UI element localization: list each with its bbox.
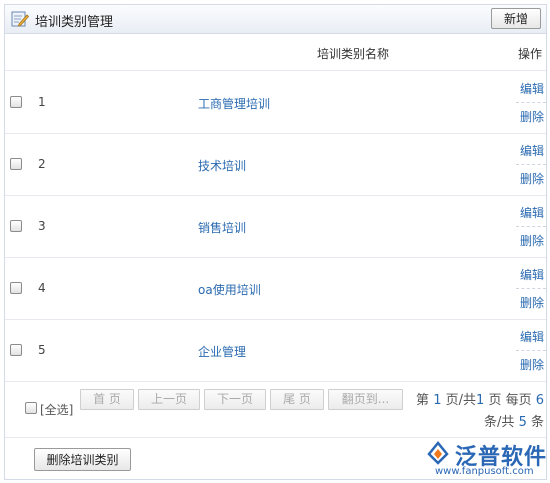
delete-link[interactable]: 删除: [520, 356, 544, 373]
column-header-operation: 操作: [517, 47, 542, 61]
edit-link[interactable]: 编辑: [520, 80, 544, 97]
row-name-link[interactable]: oa使用培训: [198, 281, 261, 298]
row-checkbox[interactable]: [10, 96, 22, 108]
row-name-link[interactable]: 技术培训: [198, 157, 246, 174]
table-row: 2 技术培训 编辑 删除: [5, 134, 546, 196]
table-row: 5 企业管理 编辑 删除: [5, 320, 546, 382]
prev-page-button[interactable]: 上一页: [138, 389, 200, 410]
operation-divider: [516, 164, 546, 165]
operation-divider: [516, 350, 546, 351]
new-button[interactable]: 新增: [491, 8, 541, 29]
total-pages: 1: [476, 393, 485, 408]
row-name-link[interactable]: 工商管理培训: [198, 95, 270, 112]
row-index: 4: [38, 281, 46, 295]
table-header: 培训类别名称 操作: [5, 35, 546, 71]
operation-divider: [516, 102, 546, 103]
edit-note-icon: [11, 11, 29, 27]
first-page-button[interactable]: 首 页: [80, 389, 134, 410]
per-page: 6: [535, 393, 544, 408]
row-checkbox[interactable]: [10, 282, 22, 294]
current-page: 1: [433, 393, 442, 408]
brand-mark-icon: [427, 441, 449, 465]
total-items: 5: [518, 415, 527, 430]
panel-title: 培训类别管理: [35, 15, 114, 30]
operation-divider: [516, 288, 546, 289]
row-name-link[interactable]: 企业管理: [198, 343, 246, 360]
row-index: 1: [38, 95, 46, 109]
operation-divider: [516, 226, 546, 227]
last-page-button[interactable]: 尾 页: [270, 389, 324, 410]
panel: 培训类别管理 新增 培训类别名称 操作 1 工商管理培训 编辑 删除 2 技术培…: [4, 4, 547, 480]
pagination-bar: [全选] 首 页 上一页 下一页 尾 页 翻页到... 第 1 页/共1 页 每…: [5, 380, 546, 438]
table-row: 1 工商管理培训 编辑 删除: [5, 72, 546, 134]
select-all-checkbox[interactable]: [25, 402, 37, 414]
panel-titlebar: 培训类别管理 新增: [5, 5, 546, 34]
row-index: 2: [38, 157, 46, 171]
row-name-link[interactable]: 销售培训: [198, 219, 246, 236]
jump-page-button[interactable]: 翻页到...: [328, 389, 403, 410]
row-index: 3: [38, 219, 46, 233]
brand-url: www.fanpusoft.com: [435, 466, 534, 477]
edit-link[interactable]: 编辑: [520, 142, 544, 159]
next-page-button[interactable]: 下一页: [204, 389, 266, 410]
delete-link[interactable]: 删除: [520, 170, 544, 187]
edit-link[interactable]: 编辑: [520, 204, 544, 221]
row-checkbox[interactable]: [10, 158, 22, 170]
row-checkbox[interactable]: [10, 220, 22, 232]
brand-logo: 泛普软件 www.fanpusoft.com: [425, 438, 549, 478]
table-row: 3 销售培训 编辑 删除: [5, 196, 546, 258]
page-info: 第 1 页/共1 页 每页 6 条/共 5 条: [416, 393, 544, 430]
delete-link[interactable]: 删除: [520, 294, 544, 311]
edit-link[interactable]: 编辑: [520, 266, 544, 283]
edit-link[interactable]: 编辑: [520, 328, 544, 345]
delete-link[interactable]: 删除: [520, 232, 544, 249]
delete-category-button[interactable]: 删除培训类别: [34, 448, 131, 471]
delete-link[interactable]: 删除: [520, 108, 544, 125]
row-index: 5: [38, 343, 46, 357]
select-all-label[interactable]: [全选]: [40, 401, 73, 418]
row-checkbox[interactable]: [10, 344, 22, 356]
table-row: 4 oa使用培训 编辑 删除: [5, 258, 546, 320]
column-header-name: 培训类别名称: [317, 47, 390, 61]
